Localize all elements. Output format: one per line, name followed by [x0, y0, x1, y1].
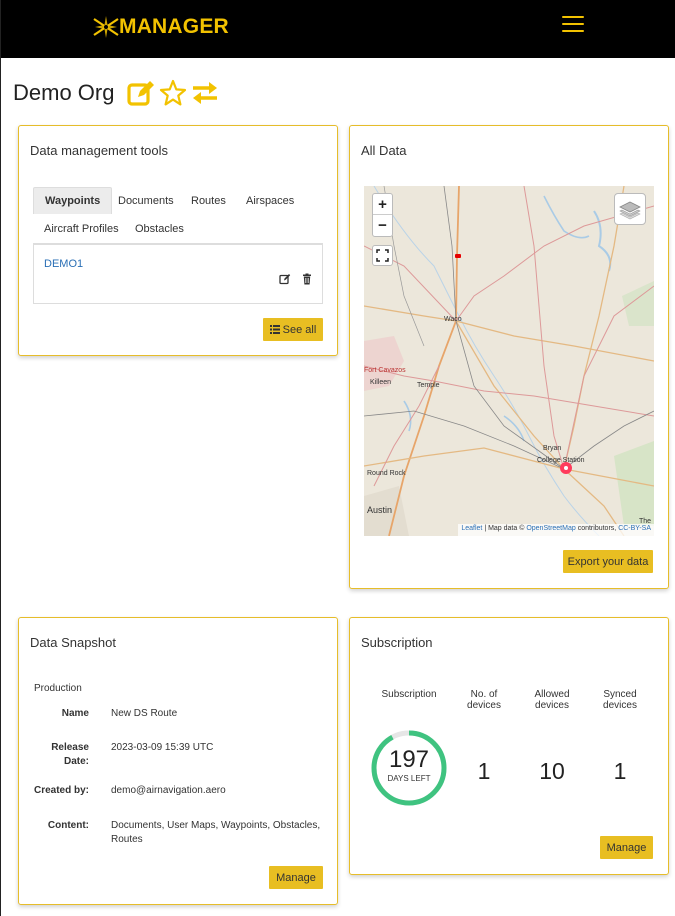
page-title: Demo Org: [13, 78, 222, 108]
see-all-label: See all: [282, 323, 317, 336]
allowed-devices-header: Allowed devices: [526, 689, 578, 711]
tab-waypoints[interactable]: Waypoints: [33, 187, 113, 214]
days-left-label: DAYS LEFT: [387, 774, 431, 783]
zoom-control: + −: [372, 193, 393, 237]
release-key-line1: Release: [51, 742, 89, 753]
attribution-text: | Map data ©: [484, 525, 525, 532]
plane-logo-icon: [93, 16, 119, 38]
attribution-contrib: contributors,: [577, 525, 617, 532]
top-navbar: MANAGER: [1, 0, 675, 58]
card-title: All Data: [361, 143, 407, 158]
card-title: Subscription: [361, 635, 433, 650]
header-line: No. of: [470, 689, 498, 700]
brand-name: MANAGER: [119, 15, 229, 38]
snapshot-section-label: Production: [34, 683, 82, 694]
allowed-devices-value: 10: [539, 758, 565, 784]
leaflet-link[interactable]: Leaflet: [461, 525, 482, 532]
map-attribution: Leaflet | Map data © OpenStreetMap contr…: [458, 524, 654, 536]
edit-icon[interactable]: [126, 78, 156, 108]
manage-snapshot-button[interactable]: Manage: [269, 866, 323, 889]
map-label-college-station: College Station: [537, 457, 585, 464]
waypoint-link-demo1[interactable]: DEMO1: [44, 258, 83, 270]
synced-devices-value: 1: [613, 758, 627, 784]
synced-devices-header: Synced devices: [594, 689, 646, 711]
tab-routes[interactable]: Routes: [180, 187, 237, 214]
release-key-line2: Date:: [63, 756, 89, 767]
manage-subscription-button[interactable]: Manage: [600, 836, 653, 859]
data-management-tools-card: Data management tools Waypoints Document…: [18, 125, 338, 356]
header-line: Synced: [603, 689, 637, 700]
zoom-in-button[interactable]: +: [373, 194, 392, 215]
map-label-killeen: Killeen: [370, 379, 392, 386]
all-data-card: All Data Waco Fort Cavazos Killeen Templ…: [349, 125, 669, 589]
map-label-austin: Austin: [367, 505, 393, 515]
map-label-temple: Temple: [417, 382, 440, 389]
fullscreen-button[interactable]: [372, 245, 393, 266]
tab-airspaces[interactable]: Airspaces: [235, 187, 305, 214]
name-value: New DS Route: [111, 708, 178, 719]
created-by-key: Created by:: [33, 785, 89, 796]
map-label-waco: Waco: [444, 316, 462, 323]
header-line: devices: [535, 700, 569, 711]
menu-toggle-icon[interactable]: [562, 16, 584, 32]
no-of-devices-value: 1: [477, 758, 491, 784]
card-title: Data management tools: [30, 143, 169, 158]
days-left-value: 197: [388, 746, 430, 773]
no-of-devices-header: No. of devices: [458, 689, 510, 711]
list-icon: [269, 325, 280, 334]
map-label-round-rock: Round Rock: [367, 470, 406, 477]
waypoints-list: DEMO1: [33, 243, 323, 304]
layers-button[interactable]: [614, 193, 646, 225]
subscription-header: Subscription: [381, 689, 437, 700]
map-label-bryan: Bryan: [543, 445, 562, 452]
see-all-button[interactable]: See all: [263, 318, 323, 341]
star-icon[interactable]: [158, 78, 188, 108]
zoom-out-button[interactable]: −: [373, 215, 392, 236]
data-snapshot-card: Data Snapshot Production Name New DS Rou…: [18, 617, 338, 905]
header-line: Allowed: [534, 689, 570, 700]
org-name: Demo Org: [13, 80, 115, 105]
trash-icon[interactable]: [301, 273, 313, 285]
tab-documents[interactable]: Documents: [107, 187, 185, 214]
tab-aircraft-profiles[interactable]: Aircraft Profiles: [33, 215, 130, 242]
created-by-value: demo@airnavigation.aero: [111, 785, 226, 796]
header-line: devices: [467, 700, 501, 711]
edit-icon[interactable]: [279, 273, 291, 285]
layers-icon: [619, 201, 641, 220]
map-label-fort-cavazos: Fort Cavazos: [364, 367, 406, 374]
fullscreen-icon: [376, 249, 389, 262]
card-title: Data Snapshot: [30, 635, 117, 650]
osm-link[interactable]: OpenStreetMap: [526, 525, 575, 532]
license-link[interactable]: CC-BY-SA: [618, 525, 651, 532]
map-view[interactable]: Waco Fort Cavazos Killeen Temple Bryan C…: [364, 186, 654, 536]
release-value: 2023-03-09 15:39 UTC: [111, 742, 214, 753]
map-tiles: [364, 186, 654, 536]
name-key: Name: [61, 708, 89, 719]
content-key: Content:: [47, 820, 89, 831]
subscription-card: Subscription Subscription No. of devices…: [349, 617, 669, 875]
header-line: devices: [603, 700, 637, 711]
export-data-button[interactable]: Export your data: [563, 550, 653, 573]
brand-logo-link[interactable]: MANAGER: [91, 10, 229, 44]
tab-obstacles[interactable]: Obstacles: [124, 215, 195, 242]
switch-org-icon[interactable]: [190, 78, 220, 108]
content-value: Documents, User Maps, Waypoints, Obstacl…: [111, 820, 321, 845]
